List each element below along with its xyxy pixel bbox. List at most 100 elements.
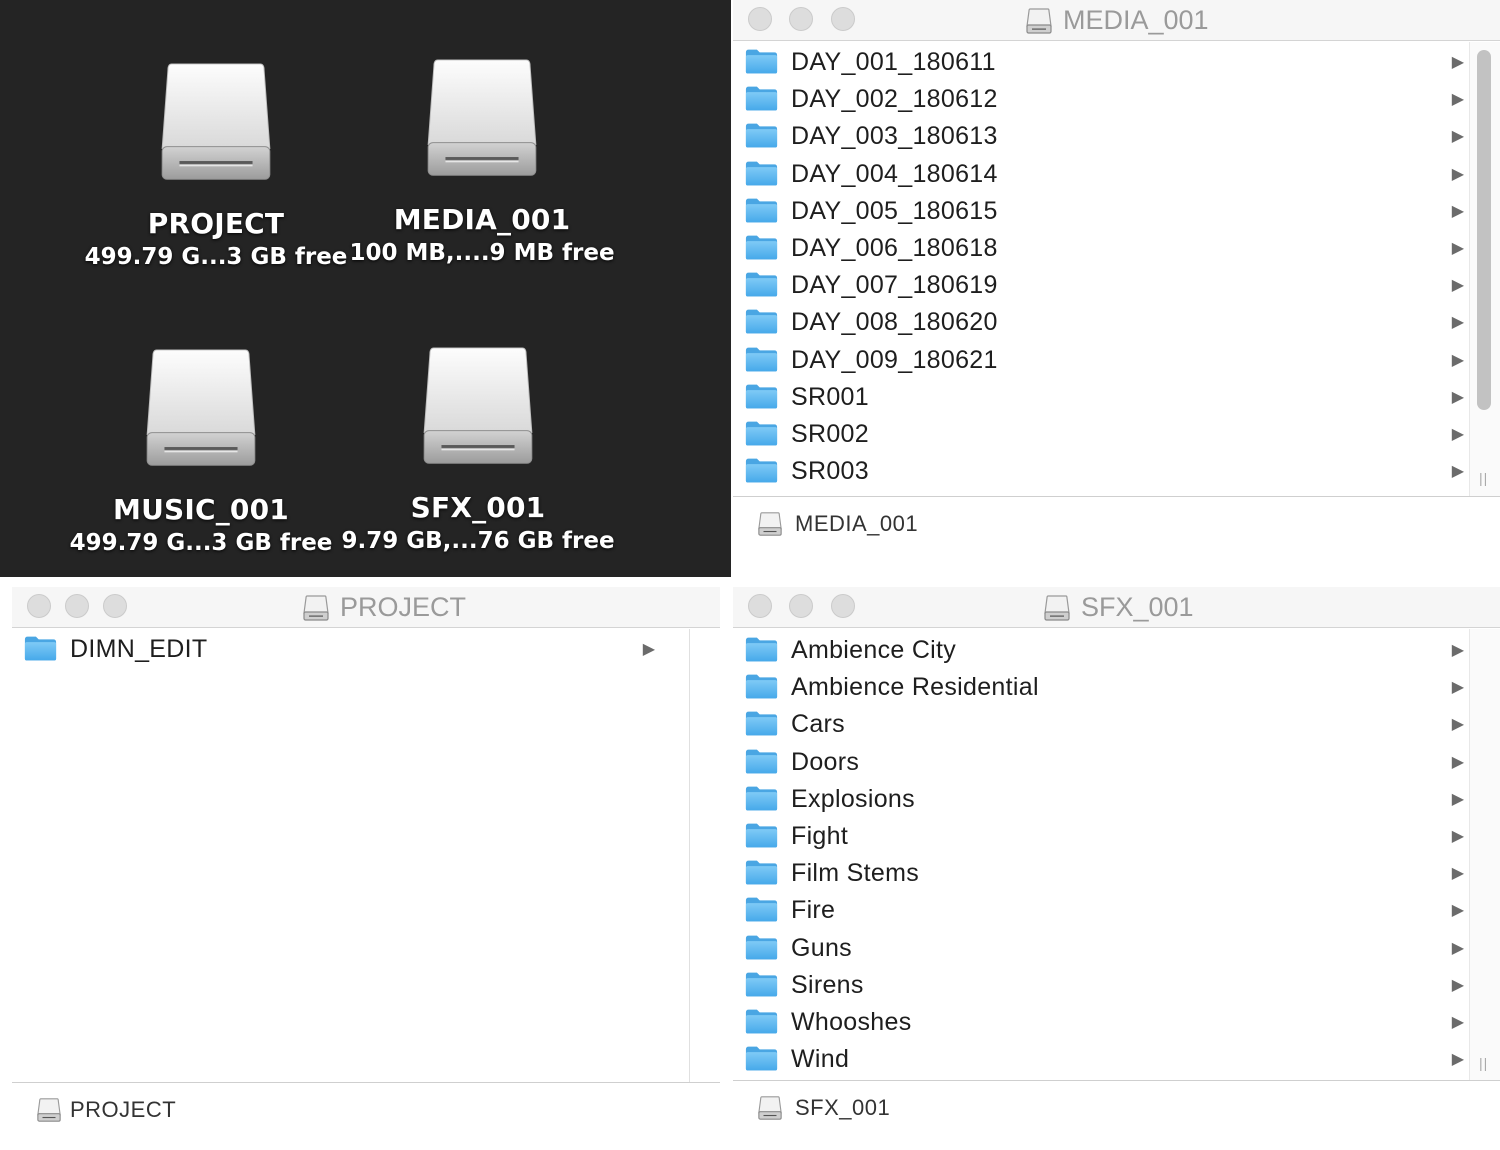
drive-name: MUSIC_001 xyxy=(113,493,289,526)
folder-row[interactable]: DAY_005_180615 ▶ xyxy=(733,193,1500,230)
folder-row[interactable]: Fire ▶ xyxy=(733,892,1500,929)
external-drive-icon[interactable] xyxy=(420,346,536,471)
folder-row[interactable]: Wind ▶ xyxy=(733,1041,1500,1078)
path-bar-item[interactable]: SFX_001 xyxy=(795,1081,890,1135)
disclosure-arrow-icon[interactable]: ▶ xyxy=(1452,855,1464,892)
disclosure-arrow-icon[interactable]: ▶ xyxy=(1452,818,1464,855)
window-title: SFX_001 xyxy=(1043,587,1194,627)
disclosure-arrow-icon[interactable]: ▶ xyxy=(1452,118,1464,155)
column-resize-grip[interactable]: || xyxy=(1479,470,1488,486)
folder-name: Guns xyxy=(791,933,852,962)
disclosure-arrow-icon[interactable]: ▶ xyxy=(1452,669,1464,706)
folder-row[interactable]: DAY_002_180612 ▶ xyxy=(733,81,1500,118)
disclosure-arrow-icon[interactable]: ▶ xyxy=(1452,267,1464,304)
external-drive-icon[interactable] xyxy=(158,62,274,187)
folder-row[interactable]: DAY_006_180618 ▶ xyxy=(733,230,1500,267)
scrollbar-thumb[interactable] xyxy=(1477,50,1491,410)
disclosure-arrow-icon[interactable]: ▶ xyxy=(1452,193,1464,230)
path-bar-item[interactable]: MEDIA_001 xyxy=(795,497,918,551)
window-titlebar[interactable]: SFX_001 xyxy=(733,587,1500,628)
external-drive-icon xyxy=(757,511,783,537)
folder-row[interactable]: SR003 ▶ xyxy=(733,453,1500,490)
disclosure-arrow-icon[interactable]: ▶ xyxy=(1452,632,1464,669)
desktop-drive-sfx[interactable]: SFX_001 9.79 GB,...76 GB free xyxy=(338,346,618,554)
zoom-button[interactable] xyxy=(103,594,127,618)
folder-row[interactable]: Film Stems ▶ xyxy=(733,855,1500,892)
disclosure-arrow-icon[interactable]: ▶ xyxy=(1452,230,1464,267)
folder-row[interactable]: Fight ▶ xyxy=(733,818,1500,855)
folder-row[interactable]: DAY_007_180619 ▶ xyxy=(733,267,1500,304)
folder-icon xyxy=(745,1008,778,1035)
disclosure-arrow-icon[interactable]: ▶ xyxy=(1452,81,1464,118)
disclosure-arrow-icon[interactable]: ▶ xyxy=(1452,1041,1464,1078)
folder-row[interactable]: Ambience Residential ▶ xyxy=(733,669,1500,706)
desktop-drive-music[interactable]: MUSIC_001 499.79 G...3 GB free xyxy=(61,348,341,556)
folder-name: Sirens xyxy=(791,970,864,999)
disclosure-arrow-icon[interactable]: ▶ xyxy=(1452,967,1464,1004)
disclosure-arrow-icon[interactable]: ▶ xyxy=(1452,379,1464,416)
close-button[interactable] xyxy=(748,7,772,31)
window-title-text: PROJECT xyxy=(340,592,467,622)
zoom-button[interactable] xyxy=(831,7,855,31)
folder-name: DAY_001_180611 xyxy=(791,48,996,76)
minimize-button[interactable] xyxy=(789,7,813,31)
file-list: DAY_001_180611 ▶ DAY_002_180612 ▶ DAY_003_18… xyxy=(733,44,1500,490)
folder-row[interactable]: DAY_008_180620 ▶ xyxy=(733,304,1500,341)
disclosure-arrow-icon[interactable]: ▶ xyxy=(643,631,655,668)
disclosure-arrow-icon[interactable]: ▶ xyxy=(1452,304,1464,341)
disclosure-arrow-icon[interactable]: ▶ xyxy=(1452,44,1464,81)
close-button[interactable] xyxy=(27,594,51,618)
folder-row[interactable]: DIMN_EDIT ▶ xyxy=(12,631,691,668)
close-button[interactable] xyxy=(748,594,772,618)
column-resize-grip[interactable]: || xyxy=(1479,1055,1488,1071)
folder-row[interactable]: DAY_004_180614 ▶ xyxy=(733,156,1500,193)
folder-row[interactable]: Doors ▶ xyxy=(733,744,1500,781)
disclosure-arrow-icon[interactable]: ▶ xyxy=(1452,706,1464,743)
disclosure-arrow-icon[interactable]: ▶ xyxy=(1452,342,1464,379)
window-titlebar[interactable]: PROJECT xyxy=(12,587,720,628)
folder-name: Explosions xyxy=(791,784,915,813)
folder-row[interactable]: Ambience City ▶ xyxy=(733,632,1500,669)
disclosure-arrow-icon[interactable]: ▶ xyxy=(1452,416,1464,453)
folder-icon xyxy=(24,635,57,662)
desktop-drive-media[interactable]: MEDIA_001 100 MB,....9 MB free xyxy=(342,58,622,266)
folder-name: Cars xyxy=(791,710,845,739)
external-drive-icon xyxy=(757,1095,783,1121)
folder-row[interactable]: Whooshes ▶ xyxy=(733,1004,1500,1041)
folder-name: SR001 xyxy=(791,382,869,411)
vertical-scrollbar[interactable]: || xyxy=(1469,629,1500,1081)
desktop-drive-project[interactable]: PROJECT 499.79 G...3 GB free xyxy=(76,62,356,270)
minimize-button[interactable] xyxy=(789,594,813,618)
folder-row[interactable]: Explosions ▶ xyxy=(733,781,1500,818)
external-drive-icon xyxy=(1043,594,1071,622)
folder-icon xyxy=(745,383,778,410)
external-drive-icon[interactable] xyxy=(143,348,259,473)
folder-icon xyxy=(745,48,778,75)
folder-row[interactable]: DAY_001_180611 ▶ xyxy=(733,44,1500,81)
path-bar-item[interactable]: PROJECT xyxy=(70,1083,176,1137)
folder-row[interactable]: SR001 ▶ xyxy=(733,379,1500,416)
disclosure-arrow-icon[interactable]: ▶ xyxy=(1452,1004,1464,1041)
folder-row[interactable]: DAY_009_180621 ▶ xyxy=(733,342,1500,379)
folder-row[interactable]: Cars ▶ xyxy=(733,706,1500,743)
minimize-button[interactable] xyxy=(65,594,89,618)
disclosure-arrow-icon[interactable]: ▶ xyxy=(1452,892,1464,929)
drive-info: 499.79 G...3 GB free xyxy=(84,244,348,270)
external-drive-icon[interactable] xyxy=(424,58,540,183)
disclosure-arrow-icon[interactable]: ▶ xyxy=(1452,930,1464,967)
folder-row[interactable]: SR002 ▶ xyxy=(733,416,1500,453)
vertical-scrollbar[interactable]: || xyxy=(1469,42,1500,496)
column-divider xyxy=(689,629,690,1083)
disclosure-arrow-icon[interactable]: ▶ xyxy=(1452,781,1464,818)
sfx-window: SFX_001 Ambience City ▶ Ambience Residenti… xyxy=(733,587,1500,1150)
window-titlebar[interactable]: MEDIA_001 xyxy=(733,0,1500,41)
folder-row[interactable]: Guns ▶ xyxy=(733,930,1500,967)
folder-row[interactable]: DAY_003_180613 ▶ xyxy=(733,118,1500,155)
zoom-button[interactable] xyxy=(831,594,855,618)
window-title-text: MEDIA_001 xyxy=(1063,5,1209,35)
disclosure-arrow-icon[interactable]: ▶ xyxy=(1452,156,1464,193)
disclosure-arrow-icon[interactable]: ▶ xyxy=(1452,453,1464,490)
folder-icon xyxy=(745,420,778,447)
disclosure-arrow-icon[interactable]: ▶ xyxy=(1452,744,1464,781)
folder-row[interactable]: Sirens ▶ xyxy=(733,967,1500,1004)
